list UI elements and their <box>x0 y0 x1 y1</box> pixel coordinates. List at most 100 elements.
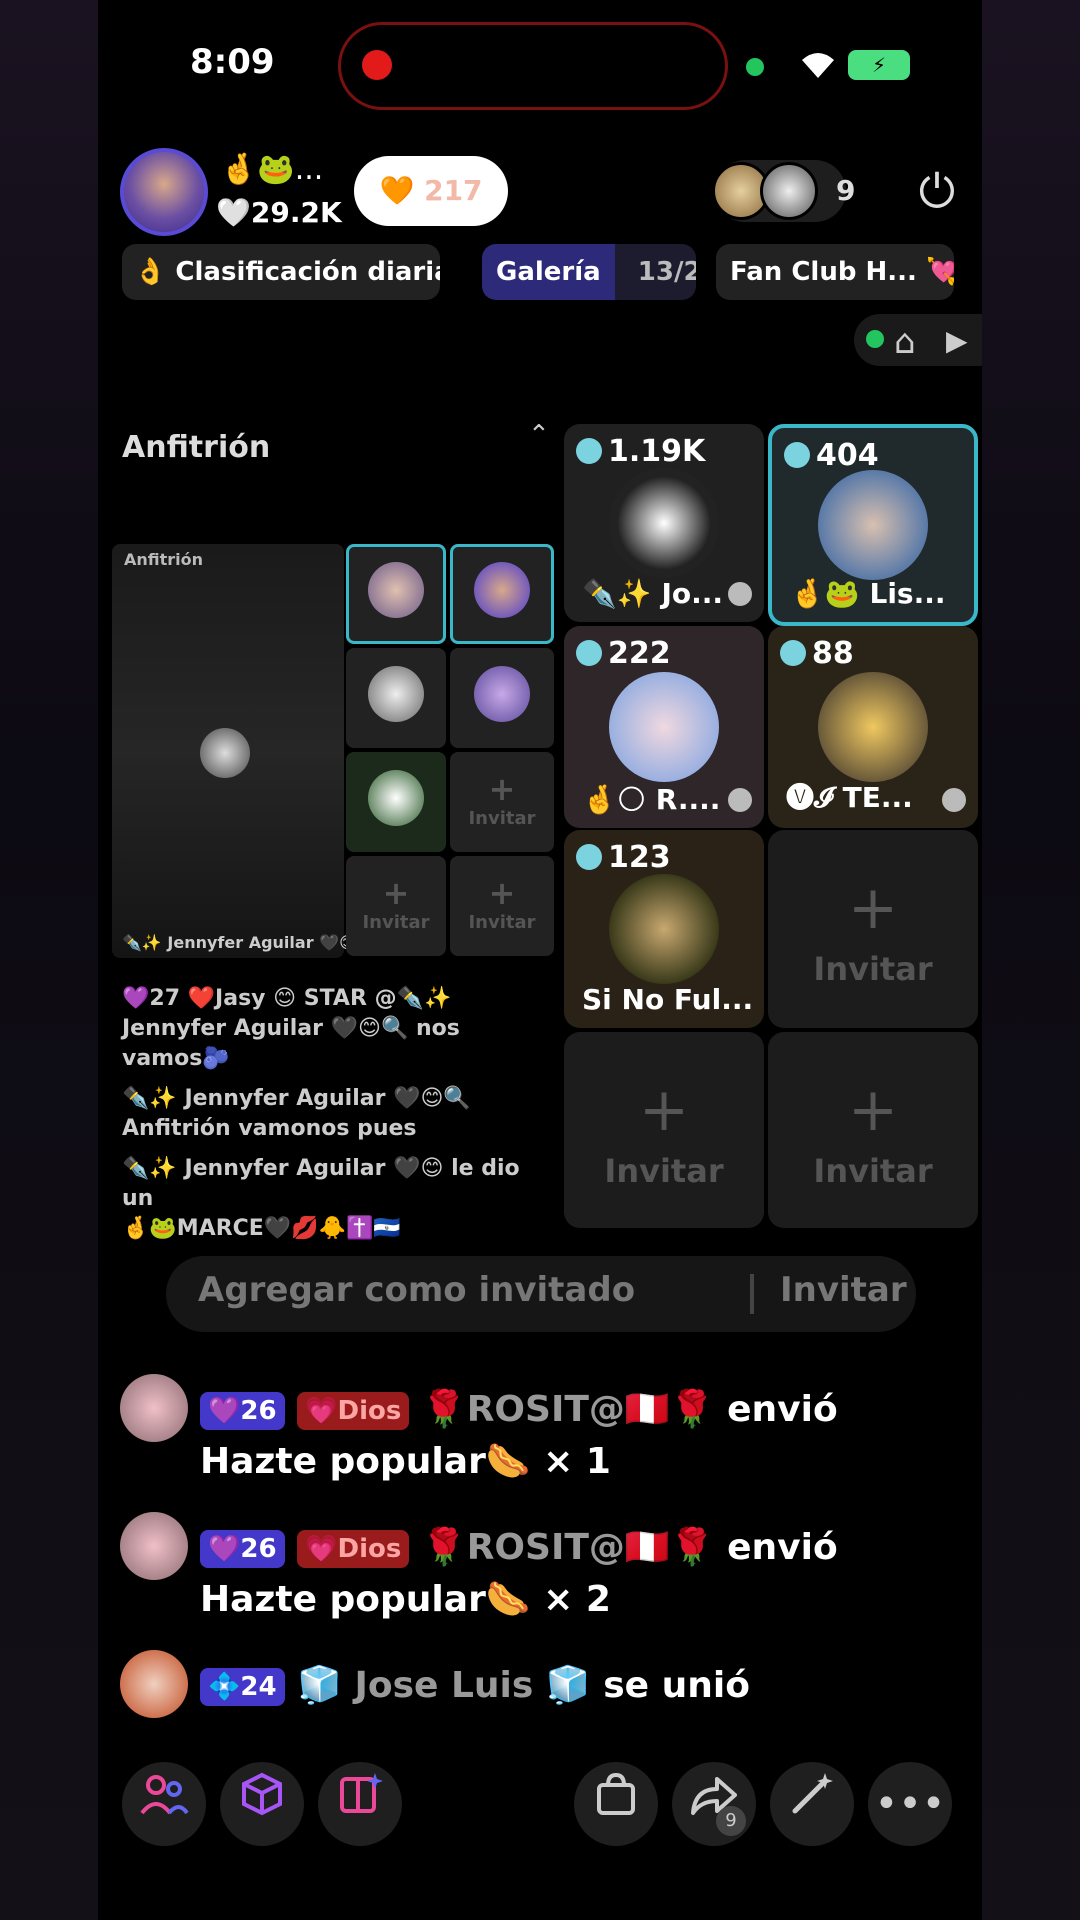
gallery-count: 13/21 <box>637 257 696 287</box>
mini-guest-avatar <box>474 562 530 619</box>
daily-ranking-chip[interactable]: 👌 Clasificación diaria <box>122 244 440 300</box>
level-badge: 💜26 <box>200 1392 285 1430</box>
mic-off-icon <box>728 582 752 606</box>
wand-icon[interactable] <box>770 1762 854 1846</box>
mini-chat-line: ✒️✨ Jennyfer Aguilar 🖤😊 le dio un <box>122 1156 520 1211</box>
chat-message: 💜26 💗Dios 🌹ROSIT@🇵🇪🌹 envió Hazte popular… <box>200 1384 960 1488</box>
guest-tile[interactable]: 1.19K ✒️✨ Jo... <box>564 424 764 622</box>
mini-invite-tile[interactable]: + Invitar <box>450 856 554 956</box>
chat-text: se unió <box>603 1665 750 1706</box>
mini-guest-tile[interactable] <box>450 648 554 748</box>
plus-icon: + <box>638 1075 690 1145</box>
mini-host-label: Anfitrión <box>124 550 204 569</box>
mini-guest-tile[interactable] <box>346 544 446 644</box>
invite-label: Invitar <box>813 1152 933 1190</box>
chat-avatar[interactable] <box>120 1512 188 1580</box>
host-badges: 🤞🐸... <box>220 152 324 187</box>
guest-tile[interactable]: 404 🤞🐸 Lis... <box>768 424 978 626</box>
people-icon[interactable] <box>122 1762 206 1846</box>
share-icon[interactable]: 9 <box>672 1762 756 1846</box>
fan-club-chip[interactable]: Fan Club H... 💘 <box>716 244 954 300</box>
mini-guest-tile[interactable] <box>346 752 446 852</box>
gallery-label: Galería <box>482 244 615 300</box>
mini-chat-line: ✒️✨ Jennyfer Aguilar 🖤😊🔍 Anfitrión vamon… <box>122 1086 471 1141</box>
mini-invite-label: Invitar <box>468 808 536 829</box>
heart-counter-button[interactable]: 🧡 217 <box>354 156 508 226</box>
status-time: 8:09 <box>190 42 275 82</box>
host-likes: 🤍29.2K <box>216 196 342 229</box>
guest-count: 222 <box>576 636 671 671</box>
plus-icon: + <box>847 873 899 943</box>
guest-tile[interactable]: 123 Si No Ful... <box>564 830 764 1028</box>
power-icon[interactable]: ⏻ <box>910 164 964 218</box>
mini-chat-badges: 💜27 ❤️Jasy 😊 STAR <box>122 986 367 1011</box>
right-backdrop <box>982 0 1080 1920</box>
box-icon[interactable] <box>220 1762 304 1846</box>
guest-avatar <box>609 468 719 578</box>
chat-username[interactable]: 🧊 Jose Luis 🧊 <box>297 1665 591 1706</box>
guest-count: 1.19K <box>576 434 705 469</box>
bag-icon[interactable] <box>574 1762 658 1846</box>
mini-guest-avatar <box>368 666 424 722</box>
chat-username[interactable]: 🌹ROSIT@🇵🇪🌹 <box>422 1527 715 1568</box>
mini-host-avatar <box>200 728 250 778</box>
fan-club-label: Fan Club H... <box>730 257 917 287</box>
guest-count: 404 <box>784 438 879 473</box>
plus-icon: + <box>847 1075 899 1145</box>
mic-indicator <box>746 58 764 76</box>
mini-invite-label: Invitar <box>468 912 536 933</box>
phone-screen: 8:09 ⚡ 🤞🐸... 🤍29.2K 🧡 217 9 ⏻ 👌 Clasific… <box>98 0 982 1920</box>
fan-club-icon: 💘 <box>925 257 954 287</box>
viewer-avatar[interactable] <box>760 162 818 220</box>
chat-avatar[interactable] <box>120 1650 188 1718</box>
add-guest-label[interactable]: Agregar como invitado <box>198 1270 635 1310</box>
share-count: 9 <box>716 1806 746 1836</box>
invite-button[interactable]: Invitar <box>780 1270 907 1310</box>
guest-name: Si No Ful... <box>582 983 754 1016</box>
mini-guest-tile[interactable] <box>346 648 446 748</box>
battery-icon: ⚡ <box>848 50 910 80</box>
mini-host-tile[interactable]: Anfitrión ✒️✨ Jennyfer Aguilar 🖤😊 <box>112 544 356 958</box>
divider <box>750 1274 754 1314</box>
mini-chat-line: 🤞🐸MARCE🖤💋🐥✝️🇸🇻 <box>122 1216 401 1241</box>
invite-tile[interactable]: + Invitar <box>768 1032 978 1228</box>
mini-invite-tile[interactable]: + Invitar <box>450 752 554 852</box>
invite-label: Invitar <box>604 1152 724 1190</box>
level-badge: 💠24 <box>200 1668 285 1706</box>
host-avatar[interactable] <box>120 148 208 236</box>
home-icon[interactable]: ⌂ <box>894 322 916 362</box>
book-icon[interactable] <box>318 1762 402 1846</box>
title-badge: 💗Dios <box>297 1530 410 1568</box>
mini-chat: 💜27 ❤️Jasy 😊 STAR @✒️✨ Jennyfer Aguilar … <box>122 984 546 1244</box>
guest-tile[interactable]: 88 🅥𝓘 TE... <box>768 626 978 828</box>
chat-message: 💜26 💗Dios 🌹ROSIT@🇵🇪🌹 envió Hazte popular… <box>200 1522 960 1626</box>
left-backdrop <box>0 0 98 1920</box>
mini-room-title: Anfitrión <box>122 430 271 465</box>
invite-label: Invitar <box>813 950 933 988</box>
mini-guest-avatar <box>368 562 424 619</box>
gallery-chip[interactable]: Galería 13/21 <box>482 244 696 300</box>
level-badge: 💜26 <box>200 1530 285 1568</box>
title-badge: 💗Dios <box>297 1392 410 1430</box>
mini-invite-tile[interactable]: + Invitar <box>346 856 446 956</box>
chat-message: 💠24 🧊 Jose Luis 🧊 se unió <box>200 1660 960 1712</box>
chevron-right-icon[interactable]: ▶ <box>946 324 968 357</box>
mic-off-icon <box>942 788 966 812</box>
guest-tile[interactable]: 222 🤞🌕 R.... <box>564 626 764 828</box>
guest-avatar <box>818 672 928 782</box>
plus-icon: + <box>488 770 516 808</box>
more-icon[interactable]: ••• <box>868 1762 952 1846</box>
chat-username[interactable]: 🌹ROSIT@🇵🇪🌹 <box>422 1389 715 1430</box>
invite-tile[interactable]: + Invitar <box>768 830 978 1028</box>
chat-avatar[interactable] <box>120 1374 188 1442</box>
mini-guest-tile[interactable] <box>450 544 554 644</box>
wifi-icon <box>798 48 838 90</box>
mini-chat-line: 💜27 ❤️Jasy 😊 STAR @✒️✨ Jennyfer Aguilar … <box>122 986 460 1071</box>
guest-name: ✒️✨ Jo... <box>582 577 724 610</box>
room-controls[interactable]: ⌂ ▶ <box>854 314 982 366</box>
plus-icon: + <box>382 874 410 912</box>
mini-host-name: ✒️✨ Jennyfer Aguilar 🖤😊 <box>122 933 356 952</box>
live-dot <box>866 330 884 348</box>
invite-tile[interactable]: + Invitar <box>564 1032 764 1228</box>
collapse-icon[interactable]: ⌃ <box>528 420 550 450</box>
